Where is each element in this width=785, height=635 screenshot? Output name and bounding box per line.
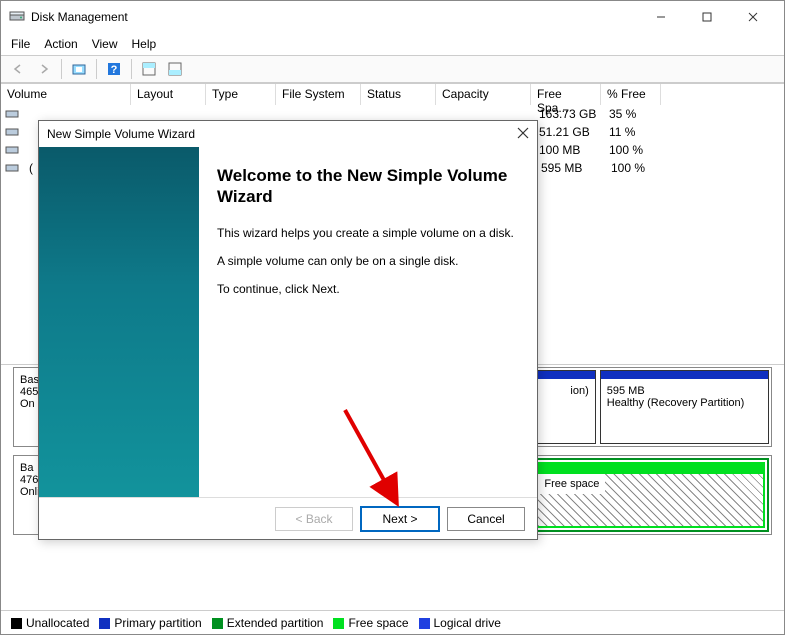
annotation-arrow <box>335 400 425 520</box>
col-status[interactable]: Status <box>361 84 436 105</box>
wizard-body: Welcome to the New Simple Volume Wizard … <box>39 147 537 497</box>
back-button[interactable] <box>7 58 29 80</box>
col-freespace[interactable]: Free Spa... <box>531 84 601 105</box>
col-type[interactable]: Type <box>206 84 276 105</box>
legend-freespace: Free space <box>333 616 408 630</box>
volume-table-header: Volume Layout Type File System Status Ca… <box>1 83 784 105</box>
menu-action[interactable]: Action <box>44 37 77 51</box>
col-volume[interactable]: Volume <box>1 84 131 105</box>
help-button[interactable]: ? <box>103 58 125 80</box>
minimize-button[interactable] <box>638 2 684 32</box>
vol-free: 100 MB <box>533 143 603 157</box>
legend-logical: Logical drive <box>419 616 501 630</box>
new-simple-volume-wizard: New Simple Volume Wizard Welcome to the … <box>38 120 538 540</box>
maximize-button[interactable] <box>684 2 730 32</box>
window-title: Disk Management <box>31 10 638 24</box>
view-top-button[interactable] <box>138 58 160 80</box>
vol-pct: 35 % <box>603 107 663 121</box>
partition-recovery[interactable]: 595 MB Healthy (Recovery Partition) <box>600 370 769 444</box>
wizard-heading: Welcome to the New Simple Volume Wizard <box>217 165 519 208</box>
vol-free: 595 MB <box>535 161 605 175</box>
wizard-close-button[interactable] <box>517 127 529 142</box>
wizard-titlebar: New Simple Volume Wizard <box>39 121 537 147</box>
legend-primary: Primary partition <box>99 616 201 630</box>
vol-pct: 11 % <box>603 125 663 139</box>
vol-pct: 100 % <box>603 143 663 157</box>
vol-free: 51.21 GB <box>533 125 603 139</box>
titlebar: Disk Management <box>1 1 784 33</box>
wizard-button-row: < Back Next > Cancel <box>39 497 537 539</box>
toolbar-separator <box>96 59 97 79</box>
wizard-title: New Simple Volume Wizard <box>47 127 517 141</box>
legend-extended: Extended partition <box>212 616 324 630</box>
drive-icon <box>5 125 19 139</box>
legend: Unallocated Primary partition Extended p… <box>1 610 784 634</box>
col-capacity[interactable]: Capacity <box>436 84 531 105</box>
legend-unallocated: Unallocated <box>11 616 89 630</box>
wizard-side-banner <box>39 147 199 497</box>
menu-help[interactable]: Help <box>132 37 157 51</box>
free-space-region[interactable]: Free space <box>536 462 765 528</box>
col-filesystem[interactable]: File System <box>276 84 361 105</box>
window-buttons <box>638 2 776 32</box>
partition-header-primary <box>601 371 768 379</box>
wizard-text-3: To continue, click Next. <box>217 282 519 296</box>
col-pctfree[interactable]: % Free <box>601 84 661 105</box>
toolbar-separator <box>131 59 132 79</box>
vol-pct: 100 % <box>605 161 665 175</box>
vol-free: 163.73 GB <box>533 107 603 121</box>
toolbar-separator <box>61 59 62 79</box>
toolbar: ? <box>1 55 784 83</box>
view-bottom-button[interactable] <box>164 58 186 80</box>
col-layout[interactable]: Layout <box>131 84 206 105</box>
menubar: File Action View Help <box>1 33 784 55</box>
menu-view[interactable]: View <box>92 37 118 51</box>
drive-icon <box>5 107 19 121</box>
forward-button[interactable] <box>33 58 55 80</box>
partition-header-freespace <box>538 464 763 474</box>
wizard-cancel-button[interactable]: Cancel <box>447 507 525 531</box>
wizard-text-1: This wizard helps you create a simple vo… <box>217 226 519 240</box>
close-button[interactable] <box>730 2 776 32</box>
menu-file[interactable]: File <box>11 37 30 51</box>
svg-text:?: ? <box>111 64 118 76</box>
app-icon <box>9 9 25 25</box>
drive-icon <box>5 143 19 157</box>
refresh-button[interactable] <box>68 58 90 80</box>
wizard-text-2: A simple volume can only be on a single … <box>217 254 519 268</box>
drive-icon <box>5 161 19 175</box>
